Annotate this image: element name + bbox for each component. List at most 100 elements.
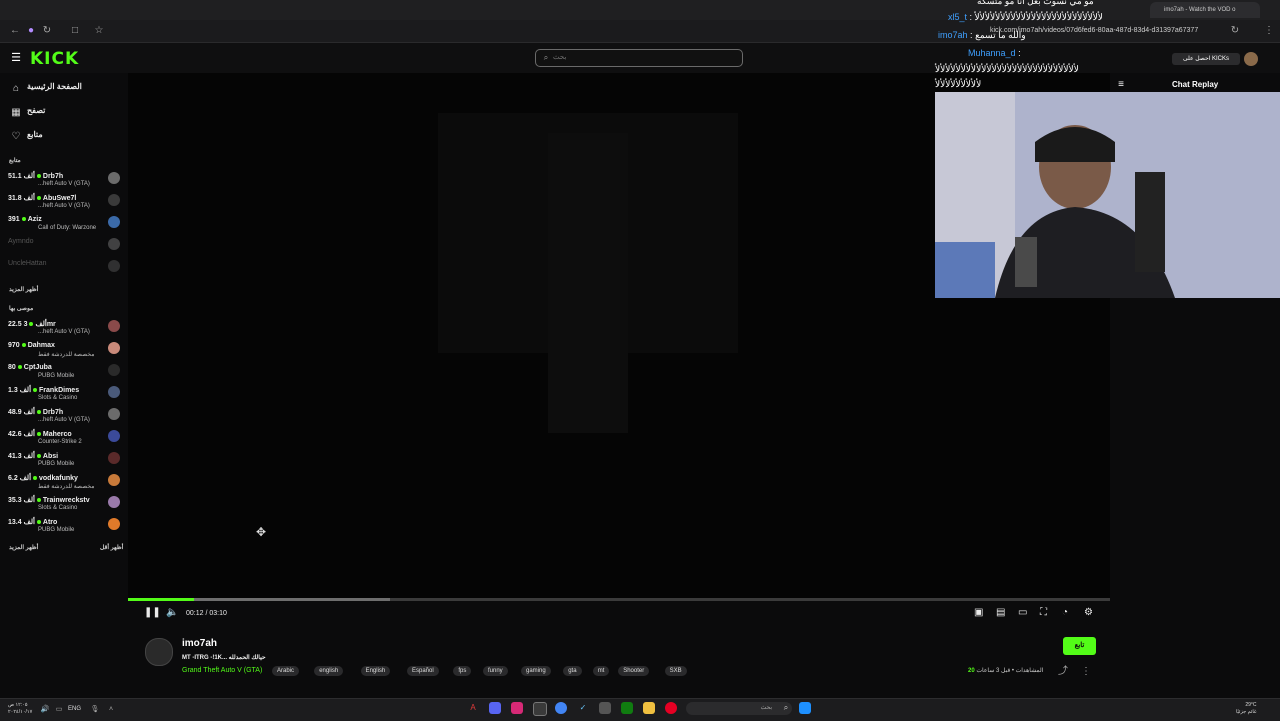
channel-category: ...heft Auto V (GTA) — [38, 181, 90, 187]
channel-category: مخصصة للدردشة فقط — [38, 484, 95, 490]
live-dot — [33, 476, 38, 481]
pause-icon[interactable]: ❚❚ — [144, 607, 161, 618]
miniplayer-icon[interactable]: ▣ — [974, 607, 983, 618]
steam-icon[interactable]: ✓ — [577, 702, 589, 714]
xbox-icon[interactable] — [621, 702, 633, 714]
chat-username[interactable]: Muhanna_d — [968, 48, 1016, 58]
language-indicator[interactable]: ENG — [68, 706, 81, 712]
star-icon[interactable]: ☆ — [92, 24, 106, 38]
theater-icon[interactable]: ▭ — [1018, 607, 1027, 618]
sidebar-channel[interactable]: Aymndo — [8, 238, 120, 258]
follow-button[interactable]: تابع — [1063, 637, 1096, 655]
sidebar-channel[interactable]: 391 Aziz Call of Duty: Warzone — [8, 216, 120, 236]
sidebar-nav-item[interactable]: الصفحة الرئيسية — [27, 82, 82, 91]
acrobat-icon[interactable]: A — [467, 702, 479, 714]
sidebar-channel[interactable]: 22.5 ألف3mr ...heft Auto V (GTA) — [8, 320, 120, 340]
sidebar-channel[interactable]: 80 CptJuba PUBG Mobile — [8, 364, 120, 384]
search-placeholder: بحث — [553, 54, 567, 61]
stream-tag[interactable]: Español — [407, 666, 439, 676]
sidebar-channel[interactable]: 41.3 ألف Absi PUBG Mobile — [8, 452, 120, 472]
menu-icon[interactable]: ☰ — [9, 51, 23, 65]
discord-icon[interactable] — [489, 702, 501, 714]
tab-icon[interactable]: □ — [68, 24, 82, 38]
clip-icon[interactable]: ▤ — [996, 607, 1005, 618]
channel-category: Slots & Casino — [38, 505, 78, 511]
extension-icon[interactable]: ● — [24, 24, 38, 38]
chat-message: مو مي نسوت بعل انا مو متسكه — [977, 0, 1094, 7]
stream-tag[interactable]: Arabic — [272, 666, 300, 676]
channel-category: Slots & Casino — [38, 395, 78, 401]
stream-tag[interactable]: mt — [592, 666, 610, 676]
reload-icon[interactable]: ↻ — [40, 24, 54, 38]
app-icon[interactable] — [533, 702, 547, 716]
player-controls — [128, 602, 1110, 628]
options-icon[interactable]: ⋮ — [1079, 665, 1093, 679]
chat-menu-icon[interactable]: ≡ — [1114, 78, 1128, 92]
channel-name: FrankDimes — [39, 387, 80, 394]
streamer-name[interactable]: imo7ah — [182, 638, 217, 649]
stream-tag[interactable]: fps — [453, 666, 472, 676]
tray-chevron-icon[interactable]: ˄ — [104, 703, 118, 717]
channel-line: 41.3 ألف Absi — [8, 452, 58, 460]
weather-widget[interactable]: 29°C غائم جزئيًا — [1236, 702, 1257, 716]
start-icon[interactable] — [799, 702, 811, 714]
chat-username[interactable]: imo7ah — [938, 30, 968, 40]
volume-icon[interactable]: 🔈 — [166, 607, 178, 618]
category-link[interactable]: Grand Theft Auto V (GTA) — [182, 667, 262, 674]
channel-line: 6.2 ألف vodkafunky — [8, 474, 78, 482]
network-icon[interactable]: ▭ — [52, 703, 66, 717]
channel-line: 48.9 ألف Drb7h — [8, 408, 63, 416]
fullscreen-icon[interactable]: ⛶ — [1040, 607, 1047, 618]
stream-tag[interactable]: gta — [563, 666, 582, 676]
chrome-icon[interactable] — [555, 702, 567, 714]
stream-tag[interactable]: Shooter — [618, 666, 650, 676]
stream-tag[interactable]: funny — [483, 666, 508, 676]
sidebar-channel[interactable]: 970 Dahmax مخصصة للدردشة فقط — [8, 342, 120, 362]
volume-tray-icon[interactable]: 🔊 — [38, 703, 52, 717]
channel-line: 42.6 ألف Maherco — [8, 430, 72, 438]
pinterest-icon[interactable] — [665, 702, 677, 714]
viewer-count: 42.6 ألف — [8, 431, 35, 438]
sidebar-channel[interactable]: 1.3 ألف FrankDimes Slots & Casino — [8, 386, 120, 406]
channel-line: 1.3 ألف FrankDimes — [8, 386, 79, 394]
sidebar-channel[interactable]: 42.6 ألف Maherco Counter-Strike 2 — [8, 430, 120, 450]
channel-category: ...heft Auto V (GTA) — [38, 203, 90, 209]
stream-tag[interactable]: english — [314, 666, 344, 676]
get-kicks-button[interactable]: احصل على KICKs — [1172, 53, 1240, 65]
sidebar-channel[interactable]: 51.1 ألف Drb7h ...heft Auto V (GTA) — [8, 172, 120, 192]
show-less-link[interactable]: أظهر أقل — [100, 544, 123, 551]
sidebar-channel[interactable]: 35.3 ألف Trainwreckstv Slots & Casino — [8, 496, 120, 516]
live-dot — [36, 196, 41, 201]
sidebar-channel[interactable]: 13.4 ألف Atro PUBG Mobile — [8, 518, 120, 538]
live-dot — [29, 322, 34, 327]
back-icon[interactable]: ← — [8, 24, 22, 38]
stream-tag[interactable]: English — [360, 666, 391, 676]
speed-icon[interactable]: ◔ — [1062, 607, 1068, 618]
sidebar-channel[interactable]: 31.8 ألف AbuSwe7l ...heft Auto V (GTA) — [8, 194, 120, 214]
channel-line: UncleHattan — [8, 260, 47, 267]
instagram-icon[interactable] — [511, 702, 523, 714]
kick-logo[interactable]: KICK — [30, 49, 79, 69]
sidebar-nav-item[interactable]: متابع — [27, 130, 43, 139]
streamer-avatar[interactable] — [145, 638, 173, 666]
share-icon[interactable]: ⤴ — [1056, 665, 1070, 679]
calculator-icon[interactable] — [599, 702, 611, 714]
chat-username[interactable]: xl5_t — [948, 12, 967, 22]
channel-avatar — [108, 364, 120, 376]
sidebar-nav-item[interactable]: تصفح — [27, 106, 45, 115]
taskbar-search[interactable]: بحث — [686, 702, 792, 715]
stream-tag[interactable]: SXB — [664, 666, 687, 676]
channel-category: Call of Duty: Warzone — [38, 225, 97, 231]
stream-tag[interactable]: gaming — [521, 666, 551, 676]
sidebar-channel[interactable]: 48.9 ألف Drb7h ...heft Auto V (GTA) — [8, 408, 120, 428]
clock[interactable]: ١٢:٠٥ ص ٢٠٢٤/١٠/١٧ — [8, 702, 32, 716]
channel-name: AbuSwe7l — [42, 195, 77, 202]
sidebar-channel[interactable]: 6.2 ألف vodkafunky مخصصة للدردشة فقط — [8, 474, 120, 494]
settings-icon[interactable]: ⚙ — [1084, 607, 1093, 618]
channel-category: مخصصة للدردشة فقط — [38, 352, 95, 358]
user-avatar[interactable] — [1244, 52, 1258, 66]
sidebar-channel[interactable]: UncleHattan — [8, 260, 120, 280]
channel-name: UncleHattan — [8, 260, 47, 267]
explorer-icon[interactable] — [643, 702, 655, 714]
mic-icon[interactable]: 🎙 — [88, 703, 102, 717]
